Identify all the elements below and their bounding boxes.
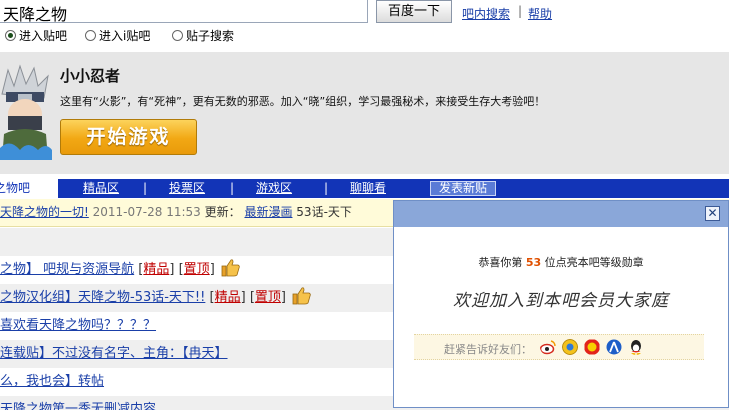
weibo-icon[interactable] xyxy=(540,339,556,355)
member-welcome-popup: ✕ 恭喜你第 53 位点亮本吧等级勋章 欢迎加入到本吧会员大家庭 赶紧告诉好友们… xyxy=(393,200,729,408)
thread-title-link[interactable]: 天降之物第一季无删减内容 xyxy=(0,402,156,410)
game-promo: 小小忍者 这里有“火影”，有“死神”，更有无数的邪恶。加入“晓”组织，学习最强秘… xyxy=(0,52,729,174)
thread-title-link[interactable]: 喜欢看天降之物吗？？？？ xyxy=(0,318,156,333)
help-link[interactable]: 帮助 xyxy=(528,5,552,22)
featured-tag[interactable]: 精品 xyxy=(215,290,241,305)
radio-selected-icon[interactable] xyxy=(5,30,16,41)
pinned-tag[interactable]: 置顶 xyxy=(255,290,281,305)
nav-separator: | xyxy=(230,181,235,195)
kaixin-icon[interactable] xyxy=(584,339,600,355)
congrats-text: 恭喜你第 53 位点亮本吧等级勋章 xyxy=(478,256,644,269)
radio-post-search[interactable]: 贴子搜索 xyxy=(172,27,234,44)
popup-header: ✕ xyxy=(394,201,728,227)
thread-title-link[interactable]: 之物汉化组】天降之物-53话-天下!! xyxy=(0,290,205,305)
radio-icon[interactable] xyxy=(172,30,183,41)
thread-title-link[interactable]: 么，我也会】转帖 xyxy=(0,374,104,389)
thread-title-link[interactable]: 之物】 吧规与资源导航 xyxy=(0,262,134,277)
thumbs-up-icon xyxy=(221,259,240,277)
close-icon[interactable]: ✕ xyxy=(705,206,720,221)
ninja-avatar-icon[interactable] xyxy=(0,64,52,160)
sohu-icon[interactable] xyxy=(562,339,578,355)
share-label: 赶紧告诉好友们： xyxy=(444,343,532,356)
tab-games[interactable]: 游戏区 xyxy=(256,179,292,198)
rank-number: 53 xyxy=(525,256,542,269)
search-input[interactable]: 天降之物 xyxy=(0,0,368,24)
welcome-heading: 欢迎加入到本吧会员大家庭 xyxy=(453,291,669,311)
nav-separator: | xyxy=(143,181,148,195)
game-description: 这里有“火影”，有“死神”，更有无数的邪恶。加入“晓”组织，学习最强秘术，来接受… xyxy=(60,95,546,108)
thread-title-link[interactable]: 连载贴】不过没有名字、主角：【冉天】 xyxy=(0,346,228,361)
radio-icon[interactable] xyxy=(85,30,96,41)
latest-comic-title: 53话-天下 xyxy=(296,205,352,219)
tab-chat[interactable]: 聊聊看 xyxy=(350,179,386,198)
search-in-bar-link[interactable]: 吧内搜索 xyxy=(462,5,510,22)
baidu-search-button[interactable]: 百度一下 xyxy=(376,0,452,23)
share-bar: 赶紧告诉好友们： xyxy=(414,334,704,360)
new-post-button[interactable]: 发表新贴 xyxy=(430,181,496,196)
radio-enter-bar[interactable]: 进入贴吧 xyxy=(5,27,67,44)
renren-icon[interactable] xyxy=(606,339,622,355)
tab-featured[interactable]: 精品区 xyxy=(83,179,119,198)
game-title[interactable]: 小小忍者 xyxy=(60,65,120,86)
radio-enter-ibar[interactable]: 进入i贴吧 xyxy=(85,27,150,44)
bar-nav: 之物吧 精品区 | 投票区 | 游戏区 | 聊聊看 发表新贴 xyxy=(0,179,729,198)
qq-icon[interactable] xyxy=(628,339,644,355)
latest-comic-link[interactable]: 最新漫画 xyxy=(244,205,292,219)
announcement-link[interactable]: 天降之物的一切! xyxy=(0,205,89,219)
thumbs-up-icon xyxy=(292,287,311,305)
nav-separator: | xyxy=(324,181,329,195)
featured-tag[interactable]: 精品 xyxy=(143,262,169,277)
tab-bar-home[interactable]: 之物吧 xyxy=(0,179,58,198)
start-game-button[interactable]: 开始游戏 xyxy=(60,119,197,155)
tab-vote[interactable]: 投票区 xyxy=(169,179,205,198)
update-date: 2011-07-28 11:53 xyxy=(92,205,201,219)
link-separator: | xyxy=(518,4,523,18)
pinned-tag[interactable]: 置顶 xyxy=(184,262,210,277)
update-label: 更新： xyxy=(204,205,241,219)
